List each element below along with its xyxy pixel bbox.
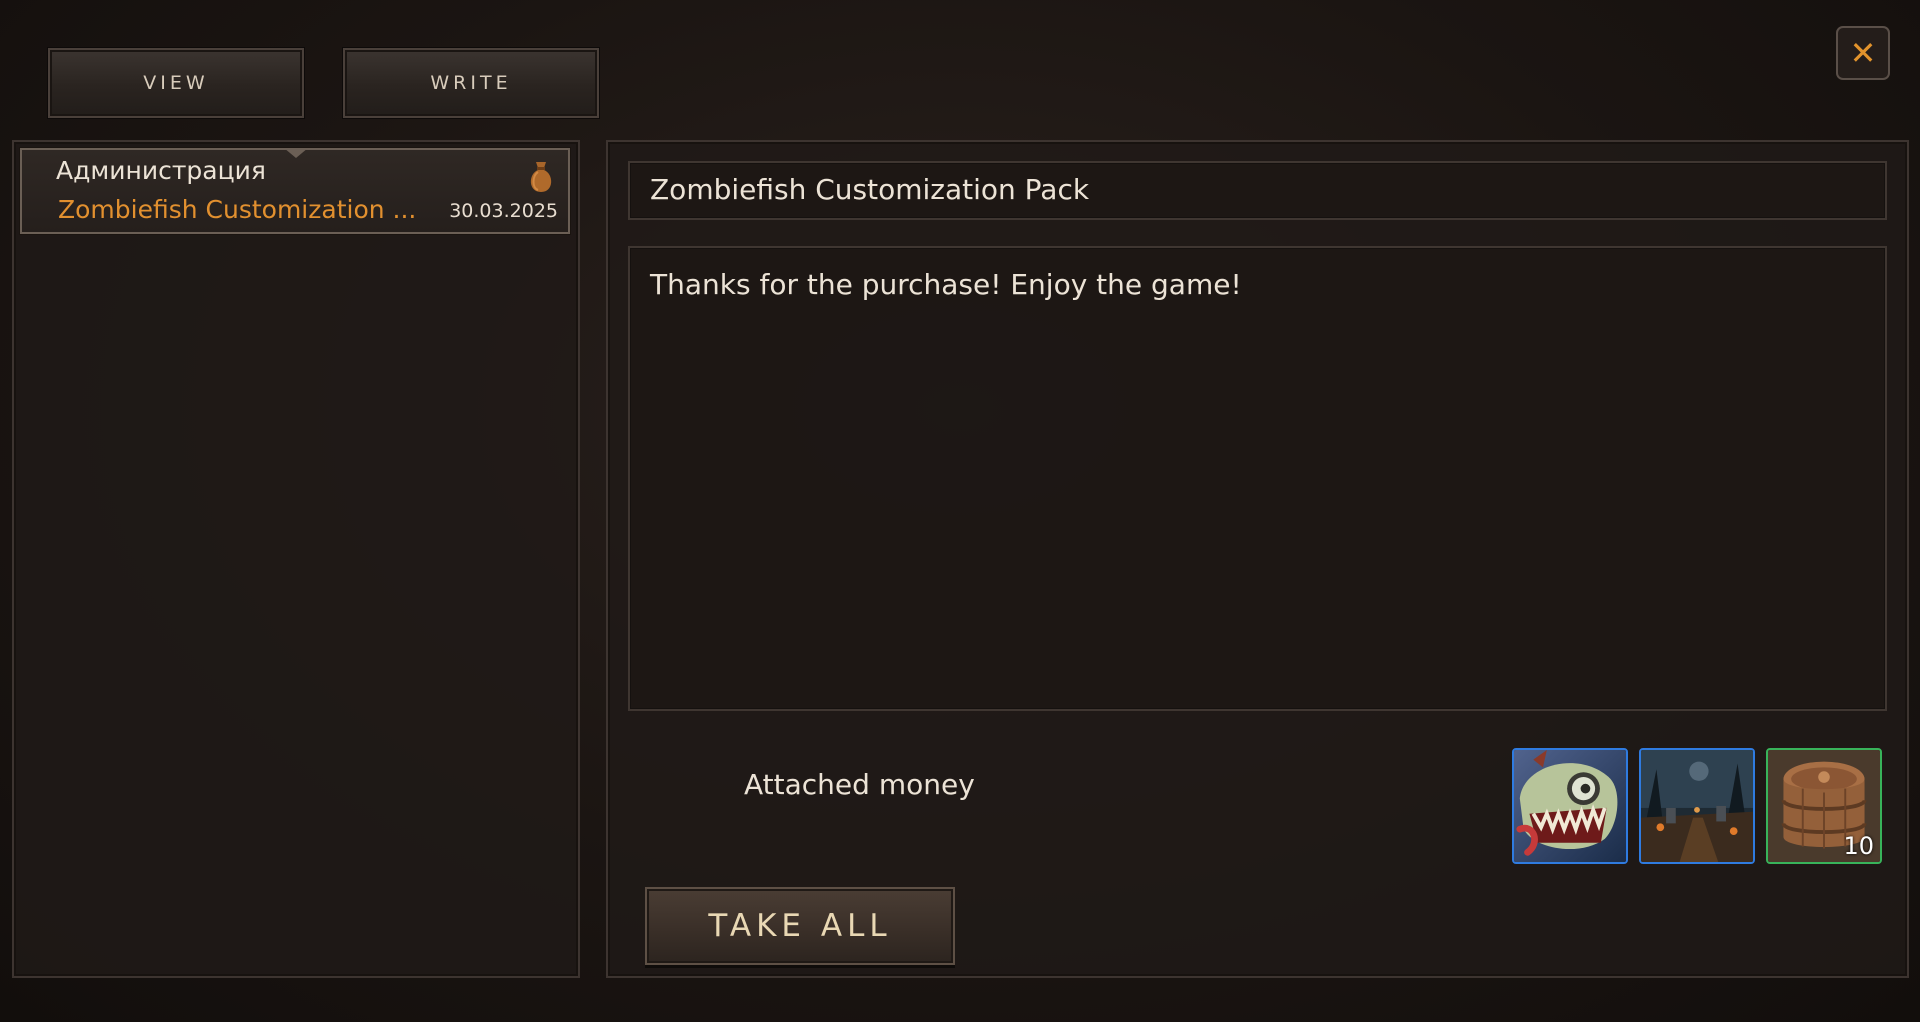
message-subject-field: Zombiefish Customization Pack	[628, 161, 1887, 220]
mail-sender: Администрация	[56, 156, 266, 185]
attachment-slot[interactable]: 10	[1766, 748, 1882, 864]
mail-date: 30.03.2025	[449, 200, 558, 222]
attached-money-label: Attached money	[744, 768, 975, 801]
close-icon: ✕	[1849, 34, 1877, 72]
close-button[interactable]: ✕	[1836, 26, 1890, 80]
attachment-slot[interactable]	[1639, 748, 1755, 864]
message-body-field: Thanks for the purchase! Enjoy the game!	[628, 246, 1887, 711]
attachment-slot[interactable]	[1512, 748, 1628, 864]
money-bag-icon	[530, 162, 552, 192]
message-subject: Zombiefish Customization Pack	[650, 173, 1090, 206]
message-body: Thanks for the purchase! Enjoy the game!	[650, 268, 1242, 301]
zombie-fish-icon	[1514, 750, 1626, 862]
mail-list-item[interactable]: Администрация Zombiefish Customization .…	[20, 148, 570, 234]
mail-subject: Zombiefish Customization ...	[58, 195, 417, 224]
take-all-button[interactable]: TAKE ALL	[645, 887, 955, 965]
attachment-quantity: 10	[1843, 832, 1874, 860]
graveyard-scene-icon	[1641, 750, 1753, 862]
write-tab-button[interactable]: WRITE	[343, 48, 599, 118]
view-tab-button[interactable]: VIEW	[48, 48, 304, 118]
selection-notch	[284, 148, 308, 158]
mail-list-panel	[12, 140, 580, 978]
